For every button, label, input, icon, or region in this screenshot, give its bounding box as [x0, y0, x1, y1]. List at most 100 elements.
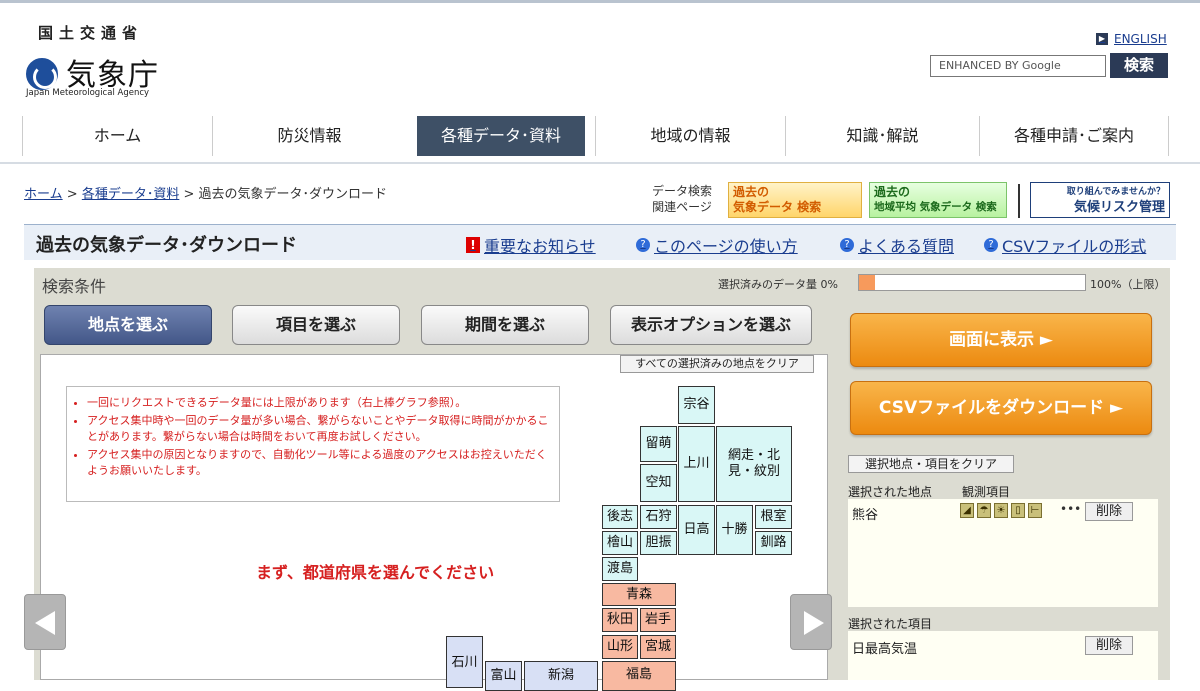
- breadcrumb: ホーム > 各種データ･資料 > 過去の気象データ･ダウンロード: [24, 183, 387, 202]
- pref-nemuro[interactable]: 根室: [755, 505, 792, 529]
- global-nav: ホーム 防災情報 各種データ･資料 地域の情報 知識･解説 各種申請･ご案内: [0, 116, 1200, 156]
- csv-format-link[interactable]: ? CSVファイルの形式: [984, 233, 1146, 257]
- notice-item: アクセス集中時や一回のデータ量が多い場合、繋がらないことやデータ取得に時間がかか…: [87, 413, 549, 445]
- agency-english-name: Japan Meteorological Agency: [26, 88, 150, 98]
- sun-icon: ☀: [994, 503, 1008, 518]
- pref-aomori[interactable]: 青森: [602, 583, 676, 606]
- related-line1: データ検索: [652, 184, 713, 198]
- pref-niigata[interactable]: 新潟: [524, 661, 598, 691]
- rain-icon: ◢: [960, 503, 974, 518]
- search-button[interactable]: 検索: [1110, 53, 1168, 78]
- nav-knowledge[interactable]: 知識･解説: [785, 116, 979, 156]
- pref-kushiro[interactable]: 釧路: [755, 531, 792, 555]
- display-on-screen-button[interactable]: 画面に表示 ►: [850, 313, 1152, 367]
- prev-arrow-button[interactable]: [24, 594, 66, 650]
- important-notice-link[interactable]: ! 重要なお知らせ: [466, 233, 596, 257]
- banner-text: 気候リスク管理: [1073, 200, 1165, 215]
- faq-link[interactable]: ? よくある質問: [840, 233, 954, 257]
- link-label: このページの使い方: [654, 237, 798, 256]
- pref-sorachi[interactable]: 空知: [640, 464, 677, 502]
- link-label: CSVファイルの形式: [1002, 237, 1147, 256]
- delete-station-button[interactable]: 削除: [1085, 502, 1133, 521]
- nav-home[interactable]: ホーム: [22, 116, 212, 156]
- link-label: よくある質問: [858, 237, 955, 256]
- selected-item-name: 日最高気温: [852, 642, 918, 657]
- play-icon: ▶: [1096, 33, 1108, 45]
- tab-select-period[interactable]: 期間を選ぶ: [421, 305, 589, 345]
- pref-hiyama[interactable]: 檜山: [602, 531, 638, 555]
- breadcrumb-home[interactable]: ホーム: [24, 187, 63, 202]
- quota-label: 選択済みのデータ量 0%: [718, 278, 838, 291]
- banner-divider: [1018, 184, 1020, 218]
- pref-ishikari[interactable]: 石狩: [640, 505, 677, 529]
- selected-items-label: 選択された項目: [848, 617, 933, 631]
- pref-tokachi[interactable]: 十勝: [716, 505, 753, 555]
- more-obs-icon: •••: [1060, 502, 1082, 516]
- pref-soya[interactable]: 宗谷: [678, 386, 715, 424]
- breadcrumb-sep: >: [183, 187, 195, 202]
- english-link[interactable]: ▶ ENGLISH: [1096, 32, 1167, 46]
- quota-bar-fill: [859, 275, 875, 290]
- ministry-name: 国土交通省: [38, 24, 144, 42]
- english-link-label: ENGLISH: [1114, 32, 1167, 46]
- observation-items-label: 観測項目: [962, 485, 1011, 499]
- select-prefecture-prompt: まず、都道府県を選んでください: [256, 563, 495, 582]
- tab-display-options[interactable]: 表示オプションを選ぶ: [610, 305, 812, 345]
- top-border: [0, 0, 1200, 3]
- pref-ishikawa[interactable]: 石川: [446, 636, 483, 688]
- nav-data[interactable]: 各種データ･資料: [417, 116, 585, 156]
- search-input[interactable]: ENHANCED BY Google: [930, 55, 1106, 77]
- delete-item-button[interactable]: 削除: [1085, 636, 1133, 655]
- banner-text: 地域平均 気象データ 検索: [874, 201, 997, 213]
- search-conditions-label: 検索条件: [42, 277, 107, 296]
- breadcrumb-data[interactable]: 各種データ･資料: [82, 187, 180, 202]
- link-label: 重要なお知らせ: [484, 237, 596, 256]
- page-title: 過去の気象データ･ダウンロード: [36, 235, 297, 256]
- help-icon: ?: [636, 238, 650, 252]
- help-icon: ?: [984, 238, 998, 252]
- pref-iburi[interactable]: 胆振: [640, 531, 677, 555]
- pref-akita[interactable]: 秋田: [602, 608, 638, 632]
- notice-box: 一回にリクエストできるデータ量には上限があります（右上棒グラフ参照）。 アクセス…: [66, 386, 560, 502]
- notice-item: 一回にリクエストできるデータ量には上限があります（右上棒グラフ参照）。: [87, 395, 549, 411]
- howto-link[interactable]: ? このページの使い方: [636, 233, 798, 257]
- quota-max-label: 100%（上限）: [1090, 278, 1166, 291]
- banner-climate-risk[interactable]: 取り組んでみませんか？ 気候リスク管理: [1030, 182, 1170, 218]
- pref-toyama[interactable]: 富山: [485, 661, 522, 691]
- pref-abashiri[interactable]: 網走・北見・紋別: [716, 426, 792, 502]
- umbrella-icon: ☂: [977, 503, 991, 518]
- banner-past-weather-data[interactable]: 過去の 気象データ 検索: [728, 182, 862, 218]
- banner-text: 取り組んでみませんか？: [1066, 187, 1165, 197]
- exclamation-icon: !: [466, 237, 480, 253]
- tab-select-station[interactable]: 地点を選ぶ: [44, 305, 212, 345]
- pref-fukushima[interactable]: 福島: [602, 661, 676, 691]
- banner-regional-average-data[interactable]: 過去の 地域平均 気象データ 検索: [869, 182, 1007, 218]
- nav-disaster[interactable]: 防災情報: [212, 116, 406, 156]
- pref-miyagi[interactable]: 宮城: [640, 635, 676, 659]
- pref-yamagata[interactable]: 山形: [602, 635, 638, 659]
- csv-download-button[interactable]: CSVファイルをダウンロード ►: [850, 381, 1152, 435]
- pref-shiribeshi[interactable]: 後志: [602, 505, 638, 529]
- flag-icon: ⊢: [1028, 503, 1042, 518]
- next-arrow-button[interactable]: [790, 594, 832, 650]
- clear-selection-button[interactable]: 選択地点・項目をクリア: [848, 455, 1014, 473]
- pref-iwate[interactable]: 岩手: [640, 608, 676, 632]
- related-line2: 関連ページ: [652, 200, 712, 214]
- pref-oshima[interactable]: 渡島: [602, 557, 638, 581]
- snow-icon: ▯: [1011, 503, 1025, 518]
- nav-region[interactable]: 地域の情報: [595, 116, 785, 156]
- quota-bar: [858, 274, 1086, 291]
- banner-text: 気象データ 検索: [733, 200, 822, 214]
- banner-text: 過去の: [733, 185, 770, 199]
- help-icon: ?: [840, 238, 854, 252]
- pref-rumoi[interactable]: 留萌: [640, 426, 677, 462]
- clear-all-stations-button[interactable]: すべての選択済みの地点をクリア: [620, 355, 814, 373]
- pref-kamikawa[interactable]: 上川: [678, 426, 715, 502]
- jma-logo-icon[interactable]: [26, 58, 58, 90]
- notice-item: アクセス集中の原因となりますので、自動化ツール等による過度のアクセスはお控えいた…: [87, 447, 549, 479]
- nav-divider: [0, 162, 1200, 164]
- tab-select-item[interactable]: 項目を選ぶ: [232, 305, 400, 345]
- pref-hidaka[interactable]: 日高: [678, 505, 715, 555]
- selected-station-name: 熊谷: [852, 508, 879, 523]
- nav-application[interactable]: 各種申請･ご案内: [979, 116, 1169, 156]
